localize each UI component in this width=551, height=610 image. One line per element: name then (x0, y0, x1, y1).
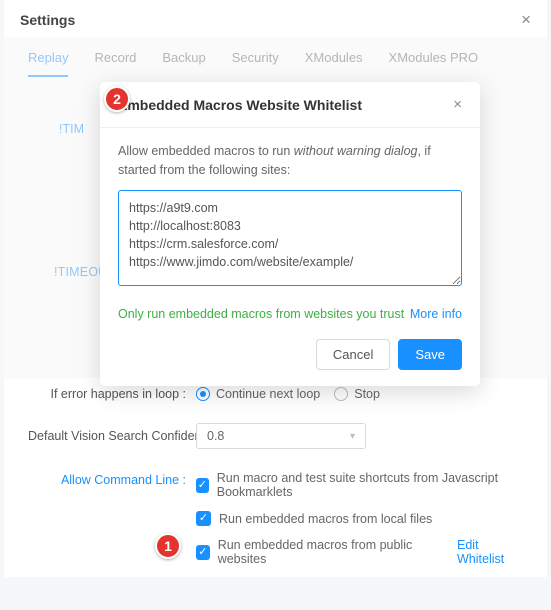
checkbox-local-files-label: Run embedded macros from local files (219, 512, 432, 526)
vision-confidence-select[interactable]: 0.8 ▾ (196, 423, 366, 449)
radio-stop[interactable]: Stop (334, 387, 380, 401)
radio-continue-label: Continue next loop (216, 387, 320, 401)
whitelist-textarea[interactable] (118, 190, 462, 286)
save-button[interactable]: Save (398, 339, 462, 370)
modal-desc-em: without warning dialog (294, 144, 418, 158)
vision-confidence-label: Default Vision Search Confidence : (28, 429, 196, 443)
chevron-down-icon: ▾ (350, 431, 355, 442)
loop-error-label: If error happens in loop : (28, 387, 196, 401)
close-icon[interactable]: × (521, 10, 531, 30)
callout-badge-2: 2 (104, 86, 130, 112)
checkbox-public-websites-label: Run embedded macros from public websites (218, 538, 443, 566)
modal-close-icon[interactable]: × (453, 96, 462, 113)
checkbox-local-files[interactable]: ✓ (196, 511, 211, 526)
modal-desc-pre: Allow embedded macros to run (118, 144, 294, 158)
modal-description: Allow embedded macros to run without war… (118, 142, 462, 180)
more-info-link[interactable]: More info (410, 307, 462, 321)
checkbox-bookmarklets[interactable]: ✓ (196, 478, 209, 493)
allow-command-line-label: Allow Command Line : (28, 471, 196, 487)
cancel-button[interactable]: Cancel (316, 339, 390, 370)
page-title: Settings (20, 12, 75, 28)
checkbox-public-websites[interactable]: ✓ (196, 545, 210, 560)
whitelist-modal: Embedded Macros Website Whitelist × Allo… (100, 82, 480, 386)
radio-stop-label: Stop (354, 387, 380, 401)
vision-confidence-value: 0.8 (207, 429, 224, 443)
callout-badge-1: 1 (155, 533, 181, 559)
edit-whitelist-link[interactable]: Edit Whitelist (457, 538, 523, 566)
trust-note: Only run embedded macros from websites y… (118, 307, 404, 321)
radio-continue[interactable]: Continue next loop (196, 387, 320, 401)
checkbox-bookmarklets-label: Run macro and test suite shortcuts from … (217, 471, 523, 499)
modal-title: Embedded Macros Website Whitelist (118, 97, 362, 113)
